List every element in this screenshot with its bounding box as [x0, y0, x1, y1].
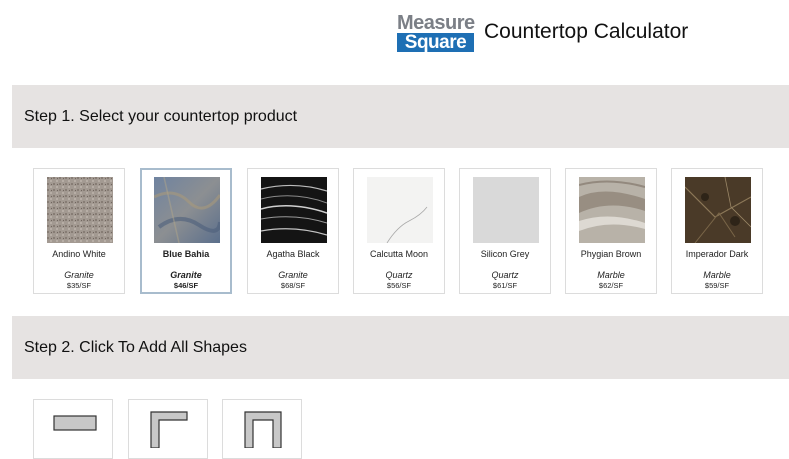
product-type: Marble	[703, 270, 731, 280]
agatha-black-swatch-icon	[261, 177, 327, 243]
add-l-shape-button[interactable]	[128, 399, 208, 459]
rectangle-shape-icon	[53, 415, 97, 431]
product-name: Blue Bahia	[162, 249, 210, 259]
product-card-calcutta-moon[interactable]: Calcutta Moon Quartz $56/SF	[353, 168, 445, 294]
product-price: $35/SF	[66, 281, 92, 290]
product-price: $59/SF	[704, 281, 730, 290]
calcutta-moon-swatch-icon	[367, 177, 433, 243]
product-type: Marble	[597, 270, 625, 280]
product-name: Phygian Brown	[580, 249, 642, 259]
product-price: $61/SF	[492, 281, 518, 290]
logo-bottom-text: Square	[397, 33, 474, 52]
step2-title: Step 2. Click To Add All Shapes	[24, 339, 247, 356]
product-card-silicon-grey[interactable]: Silicon Grey Quartz $61/SF	[459, 168, 551, 294]
product-name: Andino White	[52, 249, 106, 259]
add-rectangle-shape-button[interactable]	[33, 399, 113, 459]
product-type: Granite	[170, 270, 202, 280]
product-name: Silicon Grey	[480, 249, 530, 259]
add-u-shape-button[interactable]	[222, 399, 302, 459]
blue-bahia-swatch-icon	[154, 177, 220, 243]
product-price: $68/SF	[280, 281, 306, 290]
phygian-brown-swatch-icon	[579, 177, 645, 243]
product-card-phygian-brown[interactable]: Phygian Brown Marble $62/SF	[565, 168, 657, 294]
product-price: $46/SF	[173, 281, 199, 290]
product-name: Agatha Black	[266, 249, 320, 259]
product-name: Calcutta Moon	[369, 249, 429, 259]
product-price: $62/SF	[598, 281, 624, 290]
product-type: Granite	[278, 270, 308, 280]
step2-header: Step 2. Click To Add All Shapes	[12, 316, 789, 379]
u-shape-icon	[244, 411, 282, 448]
app-title: Countertop Calculator	[484, 20, 689, 43]
product-type: Quartz	[385, 270, 413, 280]
product-name: Imperador Dark	[685, 249, 749, 259]
step1-header: Step 1. Select your countertop product	[12, 85, 789, 148]
product-price: $56/SF	[386, 281, 412, 290]
product-card-blue-bahia[interactable]: Blue Bahia Granite $46/SF	[140, 168, 232, 294]
logo-top-text: Measure	[397, 12, 475, 34]
product-card-imperador-dark[interactable]: Imperador Dark Marble $59/SF	[671, 168, 763, 294]
product-type: Granite	[64, 270, 94, 280]
silicon-grey-swatch-icon	[473, 177, 539, 243]
imperador-dark-swatch-icon	[685, 177, 751, 243]
product-card-andino-white[interactable]: Andino White Granite $35/SF	[33, 168, 125, 294]
l-shape-icon	[150, 411, 188, 448]
andino-white-swatch-icon	[47, 177, 113, 243]
page-header: Measure Square Countertop Calculator	[0, 0, 789, 62]
measure-square-logo: Measure Square	[397, 13, 477, 53]
step1-title: Step 1. Select your countertop product	[24, 108, 298, 125]
product-type: Quartz	[491, 270, 519, 280]
product-card-agatha-black[interactable]: Agatha Black Granite $68/SF	[247, 168, 339, 294]
